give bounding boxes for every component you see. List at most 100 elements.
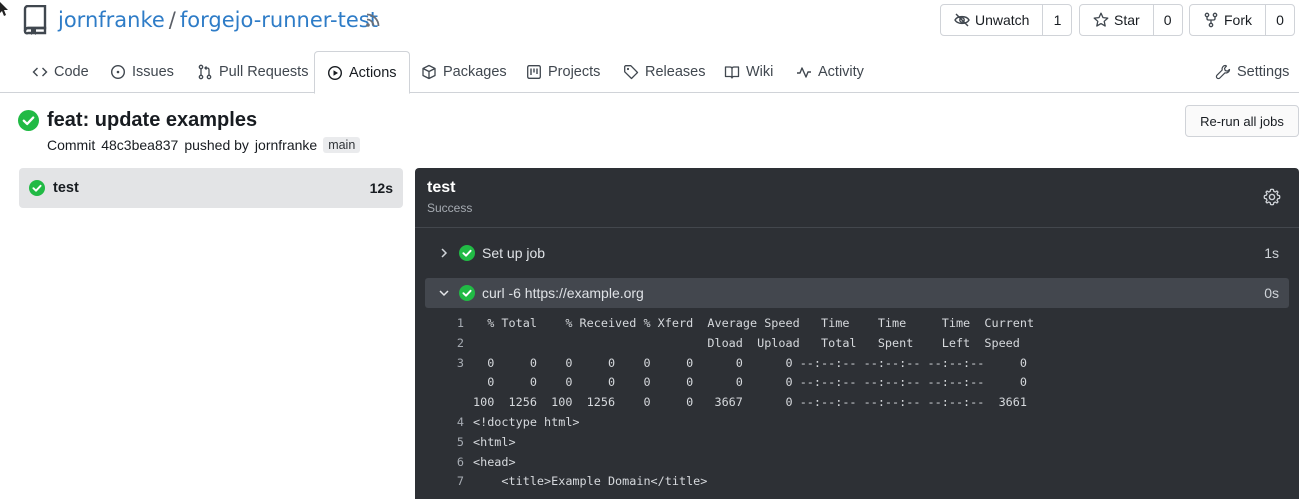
run-title: feat: update examples <box>47 109 258 131</box>
pointer-icon <box>0 2 8 16</box>
log-line: 7 <title>Example Domain</title> <box>415 472 1299 492</box>
fork-button[interactable]: Fork <box>1190 5 1266 35</box>
log-line-text: <html> <box>473 434 516 449</box>
fork-icon <box>1204 12 1218 28</box>
gear-icon[interactable] <box>1263 188 1281 206</box>
unwatch-button-group: Unwatch 1 <box>940 4 1073 36</box>
tab-label: Wiki <box>746 64 774 80</box>
repo-header: jornfranke / forgejo-runner-test Unwatch 1… <box>0 0 1299 44</box>
step-duration: 0s <box>1264 285 1279 301</box>
log-line: 0 0 0 0 0 0 0 0 --:--:-- --:--:-- --:--:… <box>415 373 1299 393</box>
star-button-group: Star 0 <box>1079 4 1183 36</box>
log-line: 100 1256 100 1256 0 0 3667 0 --:--:-- --… <box>415 393 1299 413</box>
star-icon <box>1093 12 1109 27</box>
pushed-by-text: pushed by <box>184 137 249 153</box>
pull-request-icon <box>198 64 212 80</box>
job-panel-header: test Success <box>415 168 1299 228</box>
step-log-output: 1 % Total % Received % Xferd Average Spe… <box>415 314 1299 492</box>
log-line: 1 % Total % Received % Xferd Average Spe… <box>415 314 1299 334</box>
commit-prefix: Commit <box>47 137 96 153</box>
log-line-number <box>415 393 473 413</box>
log-line-text: <title>Example Domain</title> <box>473 474 708 489</box>
tab-packages[interactable]: Packages <box>421 51 507 93</box>
fork-label: Fork <box>1224 12 1252 28</box>
commit-sha-link[interactable]: 48c3bea837 <box>101 137 178 153</box>
play-icon <box>327 65 343 80</box>
book-icon <box>724 66 740 79</box>
log-line-number[interactable]: 4 <box>415 413 473 433</box>
log-line-text: 100 1256 100 1256 0 0 3667 0 --:--:-- --… <box>473 395 1027 410</box>
star-count[interactable]: 0 <box>1154 5 1182 35</box>
success-check-icon <box>29 180 45 196</box>
job-panel-status: Success <box>427 201 473 215</box>
watch-count[interactable]: 1 <box>1043 5 1071 35</box>
repo-name-link[interactable]: forgejo-runner-test <box>180 8 378 32</box>
success-check-icon <box>459 245 475 261</box>
tab-label: Projects <box>548 64 601 80</box>
repo-owner-link[interactable]: jornfranke <box>58 8 165 32</box>
log-line-number[interactable]: 1 <box>415 314 473 334</box>
tab-label: Activity <box>818 64 864 80</box>
tab-label: Code <box>54 64 89 80</box>
tab-label: Releases <box>645 64 706 80</box>
job-log-panel: test Success Set up job 1s curl -6 https… <box>415 168 1299 499</box>
job-name: test <box>53 180 79 196</box>
project-icon <box>527 65 541 79</box>
step-curl[interactable]: curl -6 https://example.org 0s <box>425 278 1289 308</box>
repo-path-separator: / <box>168 8 176 32</box>
tab-issues[interactable]: Issues <box>110 51 174 93</box>
fork-button-group: Fork 0 <box>1189 4 1295 36</box>
log-line-text: 0 0 0 0 0 0 0 0 --:--:-- --:--:-- --:--:… <box>473 355 1027 370</box>
eye-slash-icon <box>954 13 970 27</box>
job-panel-title: test <box>427 179 456 196</box>
step-label: curl -6 https://example.org <box>482 285 644 301</box>
repo-path: jornfranke / forgejo-runner-test <box>58 8 378 32</box>
tab-releases[interactable]: Releases <box>623 51 705 93</box>
tab-actions[interactable]: Actions <box>314 51 410 94</box>
tab-label: Packages <box>443 64 507 80</box>
log-line: 3 0 0 0 0 0 0 0 0 --:--:-- --:--:-- --:-… <box>415 354 1299 374</box>
rerun-all-jobs-button[interactable]: Re-run all jobs <box>1185 105 1299 137</box>
log-line-text: <!doctype html> <box>473 414 580 429</box>
log-line-text: 0 0 0 0 0 0 0 0 --:--:-- --:--:-- --:--:… <box>473 375 1027 390</box>
tab-label: Pull Requests <box>219 64 309 80</box>
chevron-down-icon <box>439 290 449 297</box>
star-button[interactable]: Star <box>1080 5 1154 35</box>
star-label: Star <box>1114 12 1140 28</box>
package-icon <box>422 64 436 80</box>
log-line-number[interactable]: 6 <box>415 453 473 473</box>
tab-code[interactable]: Code <box>32 51 89 93</box>
tool-icon <box>1215 64 1231 80</box>
log-line: 6 <head> <box>415 453 1299 473</box>
rss-icon[interactable] <box>365 12 381 28</box>
repo-icon <box>23 5 47 35</box>
log-line-number[interactable]: 7 <box>415 472 473 492</box>
run-meta: Commit 48c3bea837 pushed by jornfranke m… <box>47 137 361 153</box>
pulse-icon <box>797 67 811 78</box>
step-label: Set up job <box>482 245 546 261</box>
author-link[interactable]: jornfranke <box>255 137 317 153</box>
unwatch-button[interactable]: Unwatch <box>941 5 1044 35</box>
log-line-number[interactable]: 5 <box>415 433 473 453</box>
fork-count[interactable]: 0 <box>1266 5 1294 35</box>
log-line: 5 <html> <box>415 433 1299 453</box>
branch-badge[interactable]: main <box>323 137 361 153</box>
job-duration: 12s <box>369 180 393 196</box>
success-check-icon <box>18 110 39 131</box>
tag-icon <box>624 65 639 80</box>
tab-wiki[interactable]: Wiki <box>724 51 773 93</box>
success-check-icon <box>459 285 475 301</box>
tab-activity[interactable]: Activity <box>796 51 864 93</box>
issue-icon <box>110 64 126 80</box>
job-list-item-test[interactable]: test 12s <box>19 168 403 208</box>
log-line: 4 <!doctype html> <box>415 413 1299 433</box>
log-line: 2 Dload Upload Total Spent Left Speed <box>415 334 1299 354</box>
log-line-number[interactable]: 3 <box>415 354 473 374</box>
tab-label: Issues <box>132 64 174 80</box>
log-line-number[interactable]: 2 <box>415 334 473 354</box>
step-set-up-job[interactable]: Set up job 1s <box>425 238 1289 268</box>
tab-pull-requests[interactable]: Pull Requests <box>197 51 308 93</box>
unwatch-label: Unwatch <box>975 12 1030 28</box>
tab-projects[interactable]: Projects <box>526 51 600 93</box>
tab-settings[interactable]: Settings <box>1215 51 1289 93</box>
